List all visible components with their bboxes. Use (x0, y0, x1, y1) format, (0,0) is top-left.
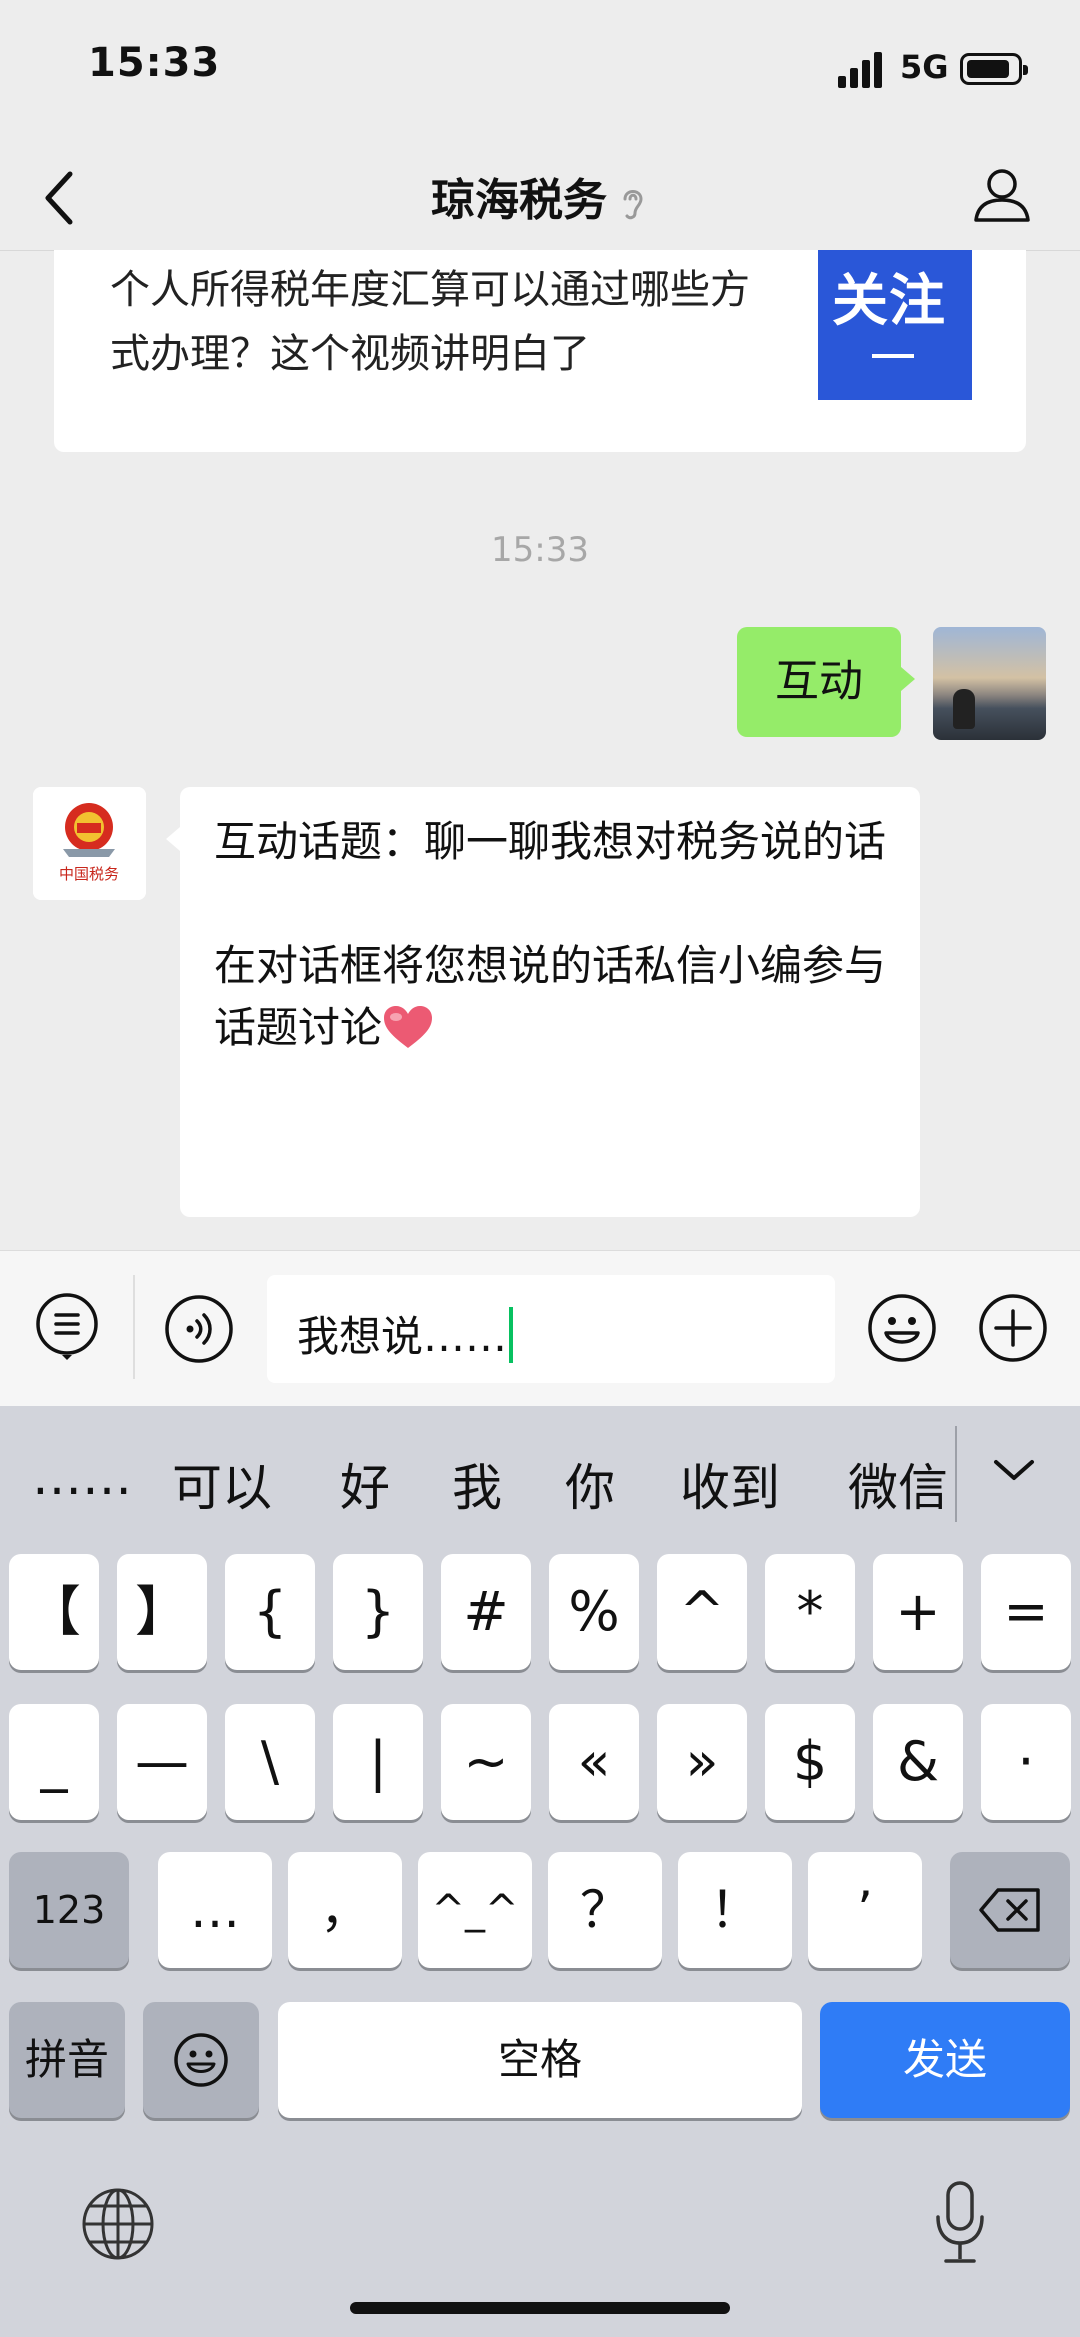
chevron-down-icon[interactable] (990, 1450, 1038, 1490)
key[interactable]: _ (9, 1704, 99, 1820)
key[interactable]: 】 (117, 1554, 207, 1670)
heart-emoji-icon (384, 1006, 433, 1048)
key-row-1: 【 】 { } # % ^ * + = (0, 1554, 1080, 1674)
numbers-mode-key[interactable]: 123 (9, 1852, 129, 1968)
key[interactable]: ’ (808, 1852, 922, 1968)
candidate-6[interactable]: 微信 (848, 1448, 948, 1520)
key[interactable]: « (549, 1704, 639, 1820)
key[interactable]: ~ (441, 1704, 531, 1820)
emoji-key-icon (174, 2033, 228, 2087)
article-thumbnail: 关注 (818, 250, 972, 400)
add-plus-icon[interactable] (978, 1293, 1048, 1363)
nav-bar: 琼海税务 (0, 140, 1080, 251)
globe-icon[interactable] (80, 2186, 156, 2262)
candidate-3[interactable]: 我 (452, 1448, 502, 1520)
page-title: 琼海税务 (431, 175, 607, 226)
menu-list-icon[interactable] (32, 1291, 102, 1361)
key[interactable]: % (549, 1554, 639, 1670)
candidate-2[interactable]: 好 (340, 1448, 390, 1520)
article-title: 个人所得税年度汇算可以通过哪些方式办理？这个视频讲明白了 (110, 267, 750, 377)
key[interactable]: · (981, 1704, 1071, 1820)
key[interactable]: ！ (678, 1852, 792, 1968)
sent-message-bubble[interactable]: 互动 (737, 627, 915, 737)
chat-input-bar: 我想说…… (0, 1250, 1080, 1407)
input-divider (133, 1275, 135, 1379)
svg-text:中国税务: 中国税务 (59, 865, 119, 883)
microphone-icon[interactable] (932, 2181, 988, 2265)
tax-logo-avatar[interactable]: 中国税务 (33, 787, 146, 900)
candidate-0[interactable]: …… (32, 1448, 132, 1506)
key[interactable]: ？ (548, 1852, 662, 1968)
home-indicator[interactable] (350, 2302, 730, 2314)
key[interactable]: { (225, 1554, 315, 1670)
emoji-key[interactable] (143, 2002, 259, 2118)
key[interactable]: … (158, 1852, 272, 1968)
key[interactable]: | (333, 1704, 423, 1820)
key[interactable]: » (657, 1704, 747, 1820)
received-message-bubble[interactable]: 互动话题：聊一聊我想对税务说的话 在对话框将您想说的话私信小编参与话题讨论 (166, 787, 920, 1217)
key[interactable]: * (765, 1554, 855, 1670)
candidate-5[interactable]: 收到 (680, 1448, 780, 1520)
key[interactable]: 【 (9, 1554, 99, 1670)
candidate-separator (955, 1426, 957, 1522)
keyboard: …… 可以 好 我 你 收到 微信 【 】 { } # % ^ * + = _ … (0, 1406, 1080, 2337)
key[interactable]: ^_^ (418, 1852, 532, 1968)
pinyin-key[interactable]: 拼音 (9, 2002, 125, 2118)
received-line2: 在对话框将您想说的话私信小编参与话题讨论 (214, 941, 887, 1052)
page-title-wrap: 琼海税务 (0, 164, 1080, 228)
message-input-value: 我想说…… (297, 1303, 514, 1364)
key[interactable]: ^ (657, 1554, 747, 1670)
article-card[interactable]: 个人所得税年度汇算可以通过哪些方式办理？这个视频讲明白了 关注 (54, 250, 1026, 452)
key[interactable]: } (333, 1554, 423, 1670)
key[interactable]: + (873, 1554, 963, 1670)
key[interactable]: — (117, 1704, 207, 1820)
received-message-text: 互动话题：聊一聊我想对税务说的话 在对话框将您想说的话私信小编参与话题讨论 (214, 811, 894, 1059)
candidate-4[interactable]: 你 (565, 1448, 615, 1520)
status-bar: 15:33 5G (0, 0, 1080, 140)
candidate-bar: …… 可以 好 我 你 收到 微信 (0, 1406, 1080, 1546)
key[interactable]: $ (765, 1704, 855, 1820)
profile-icon[interactable] (972, 164, 1032, 224)
key-row-3: 123 … ， ^_^ ？ ！ ’ (0, 1852, 1080, 1972)
voice-input-icon[interactable] (164, 1294, 234, 1364)
key-row-2: _ — \ | ~ « » $ & · (0, 1704, 1080, 1824)
key[interactable]: # (441, 1554, 531, 1670)
text-caret (509, 1307, 514, 1363)
message-input[interactable]: 我想说…… (267, 1275, 835, 1383)
ear-icon (623, 190, 643, 220)
space-key[interactable]: 空格 (278, 2002, 802, 2118)
network-label: 5G (900, 48, 949, 86)
candidate-1[interactable]: 可以 (172, 1448, 272, 1520)
message-timestamp: 15:33 (491, 530, 589, 570)
signal-icon (838, 52, 882, 88)
received-line1: 互动话题：聊一聊我想对税务说的话 (214, 817, 887, 866)
key-row-4: 拼音 空格 发送 (0, 2002, 1080, 2122)
status-time: 15:33 (88, 40, 221, 86)
backspace-key[interactable] (950, 1852, 1070, 1968)
backspace-icon (979, 1888, 1040, 1932)
send-key[interactable]: 发送 (820, 2002, 1070, 2118)
key[interactable]: & (873, 1704, 963, 1820)
emoji-icon[interactable] (867, 1293, 937, 1363)
key[interactable]: \ (225, 1704, 315, 1820)
key[interactable]: ， (288, 1852, 402, 1968)
thumbnail-label: 关注 (832, 269, 946, 334)
key[interactable]: = (981, 1554, 1071, 1670)
battery-icon (960, 53, 1028, 85)
self-avatar[interactable] (933, 627, 1046, 740)
